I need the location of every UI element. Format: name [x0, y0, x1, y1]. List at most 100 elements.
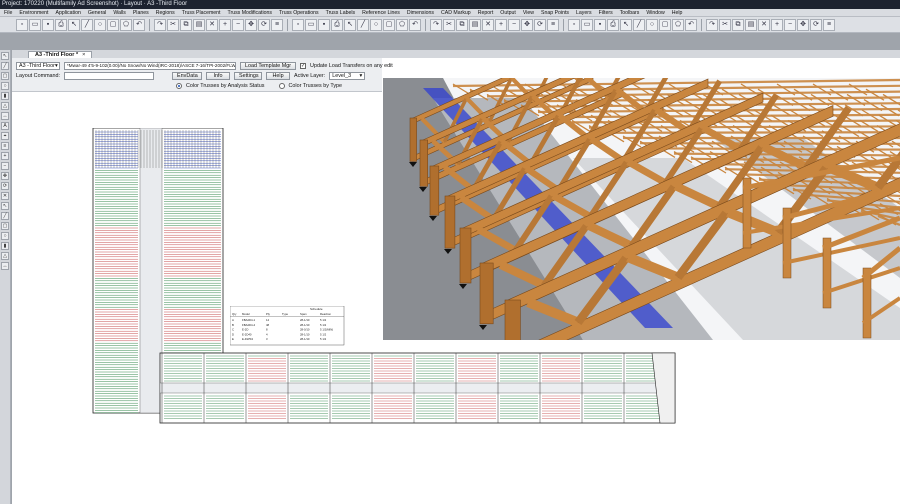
zoom-in-icon[interactable]: +	[1, 152, 9, 160]
dimension-icon[interactable]: ↔	[1, 262, 9, 270]
line-icon[interactable]: ╱	[81, 18, 93, 31]
layers-icon[interactable]: ≡	[271, 18, 283, 31]
menu-walls[interactable]: Walls	[113, 10, 126, 16]
rotate-icon[interactable]: ⟳	[258, 18, 270, 31]
cut-icon[interactable]: ✂	[167, 18, 179, 31]
cut-icon[interactable]: ✂	[719, 18, 731, 31]
pointer-icon[interactable]: ↖	[1, 202, 9, 210]
menu-truss-operations[interactable]: Truss Operations	[279, 10, 319, 16]
pointer-icon[interactable]: ↖	[1, 52, 9, 60]
circle-icon[interactable]: ○	[1, 232, 9, 240]
load-template-button[interactable]: Load Template Mgr	[240, 62, 297, 70]
rectangle-icon[interactable]: ▢	[107, 18, 119, 31]
paste-icon[interactable]: ▤	[469, 18, 481, 31]
polygon-icon[interactable]: ⬠	[672, 18, 684, 31]
circle-icon[interactable]: ○	[1, 82, 9, 90]
menu-environment[interactable]: Environment	[19, 10, 48, 16]
menu-truss-modifications[interactable]: Truss Modifications	[228, 10, 273, 16]
print-icon[interactable]: ⎙	[331, 18, 343, 31]
menu-reference-lines[interactable]: Reference Lines	[362, 10, 400, 16]
label-icon[interactable]: A	[1, 122, 9, 130]
layers-icon[interactable]: ≡	[823, 18, 835, 31]
circle-icon[interactable]: ○	[370, 18, 382, 31]
zoom-out-icon[interactable]: −	[784, 18, 796, 31]
print-icon[interactable]: ⎙	[55, 18, 67, 31]
circle-icon[interactable]: ○	[94, 18, 106, 31]
snap-icon[interactable]: ⌖	[1, 132, 9, 140]
zoom-out-icon[interactable]: −	[1, 162, 9, 170]
delete-icon[interactable]: ✕	[482, 18, 494, 31]
menu-view[interactable]: View	[523, 10, 534, 16]
line-icon[interactable]: ╱	[1, 212, 9, 220]
polygon-icon[interactable]: ⬠	[396, 18, 408, 31]
truss-icon[interactable]: △	[1, 252, 9, 260]
delete-icon[interactable]: ✕	[1, 192, 9, 200]
undo-icon[interactable]: ↶	[409, 18, 421, 31]
new-file-icon[interactable]: ▫	[16, 18, 28, 31]
open-file-icon[interactable]: ▭	[305, 18, 317, 31]
line-icon[interactable]: ╱	[357, 18, 369, 31]
menu-general[interactable]: General	[88, 10, 106, 16]
zoom-out-icon[interactable]: −	[508, 18, 520, 31]
view-select[interactable]: A3 -Third Floor ▾	[16, 62, 60, 70]
active-layer-select[interactable]: Level_3 ▾	[329, 72, 366, 80]
truss-icon[interactable]: △	[1, 102, 9, 110]
zoom-in-icon[interactable]: +	[495, 18, 507, 31]
menu-snap-points[interactable]: Snap Points	[541, 10, 569, 16]
color-by-type-radio[interactable]	[278, 83, 285, 89]
layers-icon[interactable]: ≡	[547, 18, 559, 31]
polygon-icon[interactable]: ⬠	[120, 18, 132, 31]
pan-icon[interactable]: ✥	[1, 172, 9, 180]
pan-icon[interactable]: ✥	[521, 18, 533, 31]
open-file-icon[interactable]: ▭	[29, 18, 41, 31]
menu-output[interactable]: Output	[500, 10, 516, 16]
line-icon[interactable]: ╱	[633, 18, 645, 31]
menu-dimensions[interactable]: Dimensions	[407, 10, 434, 16]
menu-file[interactable]: File	[4, 10, 12, 16]
floor-plan-view[interactable]	[80, 128, 680, 428]
copy-icon[interactable]: ⧉	[732, 18, 744, 31]
rectangle-icon[interactable]: ▢	[659, 18, 671, 31]
menu-window[interactable]: Window	[646, 10, 664, 16]
circle-icon[interactable]: ○	[646, 18, 658, 31]
wall-icon[interactable]: ▮	[1, 92, 9, 100]
menu-truss-placement[interactable]: Truss Placement	[182, 10, 221, 16]
menu-layers[interactable]: Layers	[576, 10, 592, 16]
menu-filters[interactable]: Filters	[599, 10, 613, 16]
pointer-icon[interactable]: ↖	[620, 18, 632, 31]
line-icon[interactable]: ╱	[1, 62, 9, 70]
zoom-out-icon[interactable]: −	[232, 18, 244, 31]
menu-planes[interactable]: Planes	[133, 10, 149, 16]
help-button[interactable]: Help	[266, 72, 291, 80]
redo-icon[interactable]: ↷	[430, 18, 442, 31]
delete-icon[interactable]: ✕	[206, 18, 218, 31]
undo-icon[interactable]: ↶	[685, 18, 697, 31]
menu-regions[interactable]: Regions	[156, 10, 175, 16]
menu-application[interactable]: Application	[55, 10, 80, 16]
settings-button[interactable]: Settings	[234, 72, 263, 80]
menu-report[interactable]: Report	[478, 10, 494, 16]
save-icon[interactable]: ▪	[594, 18, 606, 31]
menu-toolbars[interactable]: Toolbars	[620, 10, 640, 16]
menu-truss-labels[interactable]: Truss Labels	[326, 10, 356, 16]
redo-icon[interactable]: ↷	[706, 18, 718, 31]
save-icon[interactable]: ▪	[318, 18, 330, 31]
zoom-in-icon[interactable]: +	[771, 18, 783, 31]
print-icon[interactable]: ⎙	[607, 18, 619, 31]
layers-icon[interactable]: ≡	[1, 142, 9, 150]
info-button[interactable]: Info	[206, 72, 231, 80]
copy-icon[interactable]: ⧉	[180, 18, 192, 31]
color-by-analysis-radio[interactable]	[176, 83, 182, 89]
rectangle-icon[interactable]: ▢	[1, 72, 9, 80]
paste-icon[interactable]: ▤	[193, 18, 205, 31]
menu-help[interactable]: Help	[672, 10, 683, 16]
rectangle-icon[interactable]: ▢	[383, 18, 395, 31]
update-load-transfers-checkbox[interactable]: ✓	[300, 63, 307, 69]
pointer-icon[interactable]: ↖	[68, 18, 80, 31]
new-file-icon[interactable]: ▫	[292, 18, 304, 31]
envdata-button[interactable]: EnvData	[172, 72, 203, 80]
paste-icon[interactable]: ▤	[745, 18, 757, 31]
rotate-icon[interactable]: ⟳	[534, 18, 546, 31]
rotate-icon[interactable]: ⟳	[1, 182, 9, 190]
dimension-icon[interactable]: ↔	[1, 112, 9, 120]
